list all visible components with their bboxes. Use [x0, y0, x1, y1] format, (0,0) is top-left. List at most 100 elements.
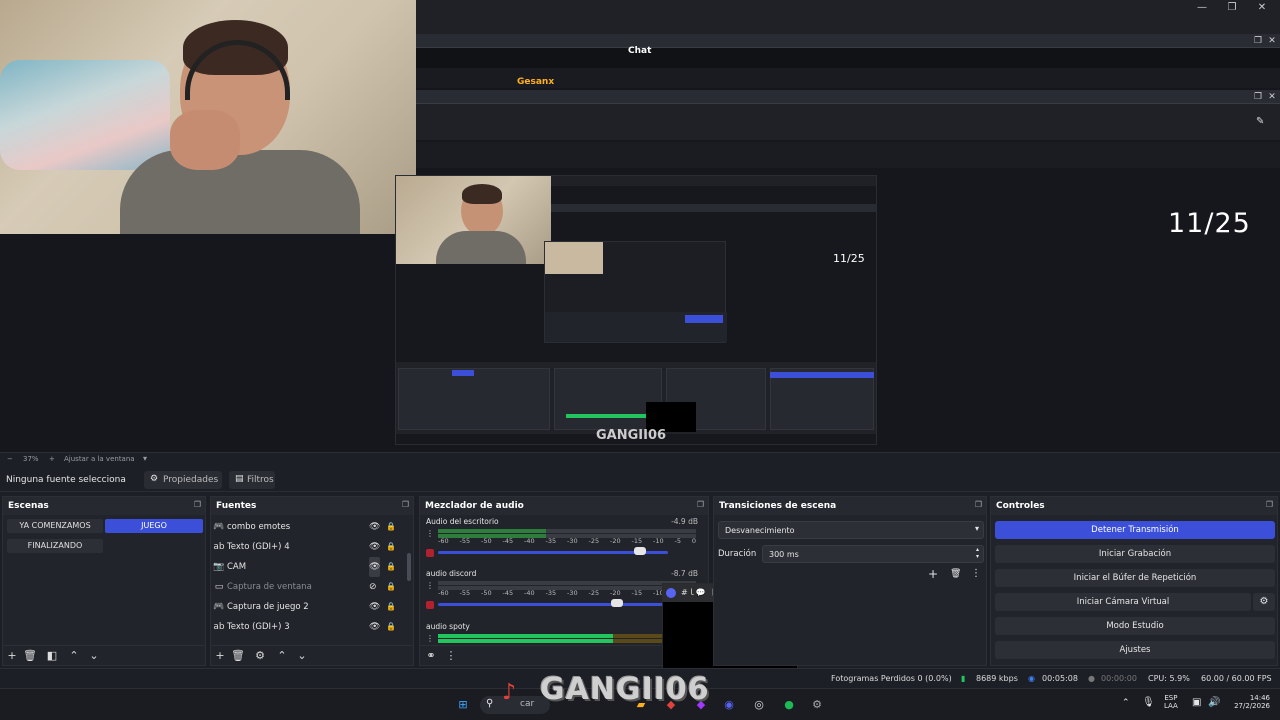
dock-undock-icon[interactable]: ❐ — [697, 500, 704, 509]
network-icon[interactable]: ▣ — [1192, 697, 1201, 708]
scrollbar[interactable] — [407, 553, 411, 581]
spotify-icon[interactable]: ● — [780, 696, 798, 714]
scene-ya-comenzamos[interactable]: YA COMENZAMOS — [7, 519, 103, 533]
source-label: CAM — [227, 562, 247, 572]
volume-icon[interactable]: 🔊 — [1208, 697, 1220, 708]
transition-value: Desvanecimiento — [725, 526, 795, 535]
source-item[interactable]: 🎮 Captura de juego 2 👁 🔒 — [211, 597, 401, 617]
source-item[interactable]: ▭ Captura de ventana ⊘ 🔒 — [211, 577, 401, 597]
obs-icon[interactable]: ◎ — [750, 696, 768, 714]
fit-window-select[interactable]: Ajustar a la ventana — [64, 455, 135, 463]
more-icon[interactable]: ⋮ — [971, 568, 981, 579]
settings-button[interactable]: Ajustes — [995, 641, 1275, 659]
bitrate: 8689 kbps — [976, 674, 1018, 683]
popout-icon[interactable]: ❐ — [1252, 91, 1264, 103]
language-indicator[interactable]: ESP LAA — [1164, 694, 1178, 710]
scene-juego[interactable]: JUEGO — [105, 519, 203, 533]
eye-icon[interactable]: 👁 — [369, 617, 380, 637]
clock[interactable]: 14:46 27/2/2026 — [1228, 694, 1270, 710]
maximize-icon[interactable]: ❐ — [1222, 2, 1242, 14]
stream-time: 00:05:08 — [1042, 674, 1078, 683]
start-recording-button[interactable]: Iniciar Grabación — [995, 545, 1275, 563]
duration-input[interactable]: 300 ms ▴ ▾ — [762, 545, 984, 563]
trash-icon[interactable]: 🗑 — [950, 569, 961, 579]
mute-icon[interactable] — [426, 601, 434, 609]
studio-mode-button[interactable]: Modo Estudio — [995, 617, 1275, 635]
scene-finalizando[interactable]: FINALIZANDO — [7, 539, 103, 553]
more-icon[interactable]: ⋮ — [426, 634, 434, 643]
start-replay-buffer-button[interactable]: Iniciar el Búfer de Repetición — [995, 569, 1275, 587]
eye-hidden-icon[interactable]: ⊘ — [369, 577, 377, 597]
link-icon[interactable]: ⚭ — [424, 649, 438, 662]
filters-button[interactable]: ▤ Filtros — [229, 471, 275, 489]
more-icon[interactable]: ⋮ — [444, 649, 458, 662]
dock-undock-icon[interactable]: ❐ — [194, 500, 201, 509]
zoom-in-button[interactable]: + — [49, 455, 55, 463]
panel-close-icon[interactable]: ✕ — [1266, 91, 1278, 103]
popout-icon[interactable]: ❐ — [1252, 35, 1264, 47]
source-item[interactable]: ab Texto (GDI+) 4 👁 🔒 — [211, 537, 401, 557]
filter-icon[interactable]: ◧ — [45, 649, 59, 662]
eye-icon[interactable]: 👁 — [369, 517, 380, 537]
more-icon[interactable]: ⋮ — [426, 581, 434, 590]
source-item[interactable]: ab Texto (GDI+) 3 👁 🔒 — [211, 617, 401, 637]
windows-start-icon[interactable]: ⊞ — [454, 696, 472, 714]
move-up-icon[interactable]: ⌃ — [275, 649, 289, 662]
add-icon[interactable]: + — [5, 649, 19, 662]
microphone-icon[interactable]: 🎙 — [1142, 697, 1155, 708]
zoom-out-button[interactable]: − — [7, 455, 13, 463]
add-icon[interactable]: + — [928, 567, 938, 581]
move-down-icon[interactable]: ⌄ — [295, 649, 309, 662]
eye-icon[interactable]: 👁 — [369, 557, 381, 577]
channel-name: Audio del escritorio — [426, 517, 499, 526]
source-item[interactable]: 📷 CAM 👁 🔒 — [211, 557, 401, 577]
volume-handle[interactable] — [634, 547, 647, 555]
lock-icon[interactable]: 🔒 — [386, 617, 396, 637]
eye-icon[interactable]: 👁 — [369, 597, 380, 617]
gear-icon[interactable]: ⚙ — [253, 649, 267, 662]
start-virtual-camera-button[interactable]: Iniciar Cámara Virtual — [995, 593, 1251, 611]
trash-icon[interactable]: 🗑 — [231, 649, 245, 662]
stepper-icon[interactable]: ▴ ▾ — [976, 546, 979, 560]
webcam-feed — [0, 0, 416, 234]
volume-handle[interactable] — [611, 599, 624, 607]
pencil-icon[interactable]: ✎ — [1256, 116, 1264, 127]
dock-undock-icon[interactable]: ❐ — [975, 500, 982, 509]
more-icon[interactable]: ⋮ — [426, 529, 434, 538]
level-meter — [438, 529, 696, 533]
move-down-icon[interactable]: ⌄ — [87, 649, 101, 662]
chevron-down-icon[interactable]: ▾ — [143, 454, 147, 463]
nested-dock-row — [396, 362, 876, 434]
trash-icon[interactable]: 🗑 — [23, 649, 37, 662]
source-label: Captura de ventana — [227, 582, 312, 592]
tray-chevron-icon[interactable]: ⌃ — [1122, 698, 1130, 708]
lock-icon[interactable]: 🔒 — [386, 517, 396, 537]
stop-streaming-button[interactable]: Detener Transmisión — [995, 521, 1275, 539]
camera-icon: 📷 — [213, 562, 225, 572]
lock-icon[interactable]: 🔒 — [386, 557, 396, 577]
level-meter — [438, 581, 696, 585]
transition-select[interactable]: Desvanecimiento ▾ — [718, 521, 984, 539]
settings-icon[interactable]: ⚙ — [808, 696, 826, 714]
scenes-dock: Escenas ❐ YA COMENZAMOS JUEGO FINALIZAND… — [2, 496, 206, 666]
lock-icon[interactable]: 🔒 — [386, 537, 396, 557]
source-item[interactable]: 🎮 combo emotes 👁 🔒 — [211, 517, 401, 537]
close-icon[interactable]: ✕ — [1252, 2, 1272, 14]
gear-icon[interactable]: ⚙ — [1253, 593, 1275, 611]
minimize-icon[interactable]: — — [1192, 2, 1212, 14]
dock-undock-icon[interactable]: ❐ — [1266, 500, 1273, 509]
volume-slider[interactable] — [438, 603, 668, 606]
add-icon[interactable]: + — [213, 649, 227, 662]
lock-icon[interactable]: 🔒 — [386, 597, 396, 617]
dock-undock-icon[interactable]: ❐ — [402, 500, 409, 509]
eye-icon[interactable]: 👁 — [369, 537, 380, 557]
obs-preview[interactable]: — ❐ ✕ ❐ ✕ Chat Gesanx ❐ ✕ ✎ GANGII06 11/… — [0, 0, 1280, 452]
discord-icon[interactable]: ◉ — [720, 696, 738, 714]
mute-icon[interactable] — [426, 549, 434, 557]
move-up-icon[interactable]: ⌃ — [67, 649, 81, 662]
properties-button[interactable]: ⚙ Propiedades — [144, 471, 222, 489]
nested-webcam — [396, 176, 551, 264]
panel-close-icon[interactable]: ✕ — [1266, 35, 1278, 47]
gamepad-icon: 🎮 — [213, 602, 225, 612]
lock-icon[interactable]: 🔒 — [386, 577, 396, 597]
